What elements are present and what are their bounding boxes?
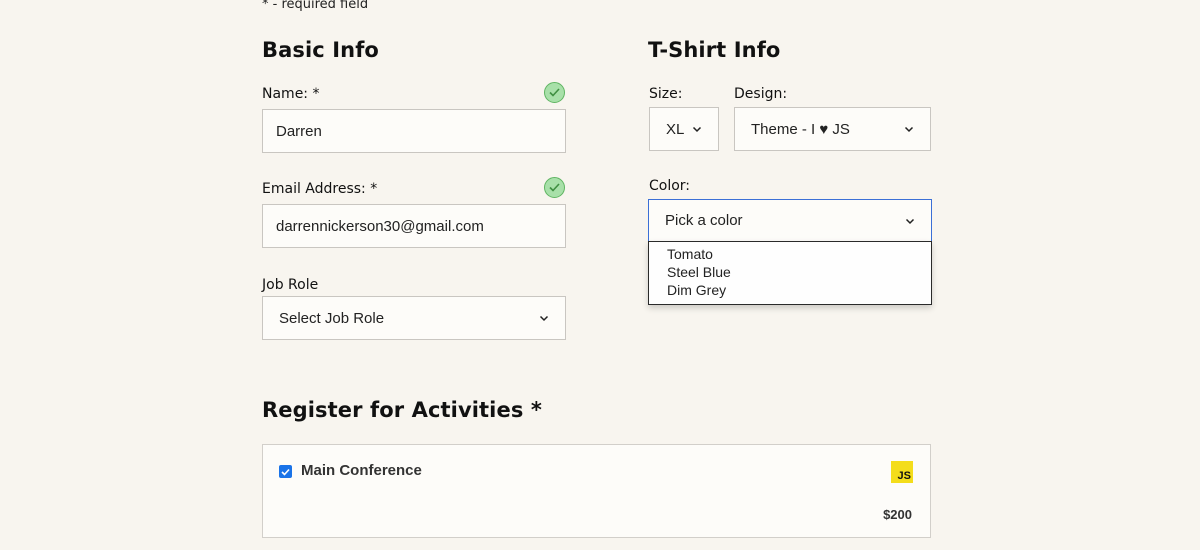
tshirt-info-title: T-Shirt Info — [648, 38, 781, 62]
job-role-label: Job Role — [262, 277, 319, 293]
chevron-down-icon — [539, 315, 549, 322]
activities-title: Register for Activities * — [262, 398, 542, 422]
activity-title: Main Conference — [301, 462, 422, 479]
size-value: XL — [666, 120, 685, 138]
registration-page: * - required field Basic Info Name: * Da… — [0, 0, 1200, 550]
js-logo-icon: JS — [891, 461, 913, 483]
activity-price: $200 — [883, 507, 912, 522]
design-value: Theme - I ♥ JS — [751, 120, 850, 138]
name-input[interactable]: Darren — [262, 109, 566, 153]
activity-checkbox[interactable] — [279, 465, 292, 478]
name-label: Name: * — [262, 86, 320, 102]
checkbox-check-icon — [281, 468, 290, 476]
color-select[interactable]: Pick a color — [648, 199, 932, 242]
name-valid-checkmark-icon — [544, 82, 565, 103]
color-label: Color: — [649, 178, 691, 194]
email-valid-checkmark-icon — [544, 177, 565, 198]
design-select[interactable]: Theme - I ♥ JS — [734, 107, 931, 151]
job-role-value: Select Job Role — [279, 309, 385, 327]
email-label: Email Address: * — [262, 181, 378, 197]
size-label: Size: — [649, 86, 683, 102]
color-option-tomato[interactable]: Tomato — [667, 245, 931, 263]
color-dropdown-list: Tomato Steel Blue Dim Grey — [648, 241, 932, 305]
basic-info-title: Basic Info — [262, 38, 379, 62]
email-input[interactable]: darrennickerson30@gmail.com — [262, 204, 566, 248]
color-option-dim-grey[interactable]: Dim Grey — [667, 281, 931, 299]
color-value: Pick a color — [665, 212, 743, 229]
required-field-note: * - required field — [262, 0, 369, 12]
activity-card-main-conference[interactable]: Main Conference JS $200 — [262, 444, 931, 538]
size-select[interactable]: XL — [649, 107, 719, 151]
design-label: Design: — [734, 86, 788, 102]
job-role-select[interactable]: Select Job Role — [262, 296, 566, 340]
color-option-steel-blue[interactable]: Steel Blue — [667, 263, 931, 281]
chevron-down-icon — [905, 218, 915, 224]
chevron-down-icon — [904, 126, 914, 133]
chevron-down-icon — [692, 126, 702, 133]
